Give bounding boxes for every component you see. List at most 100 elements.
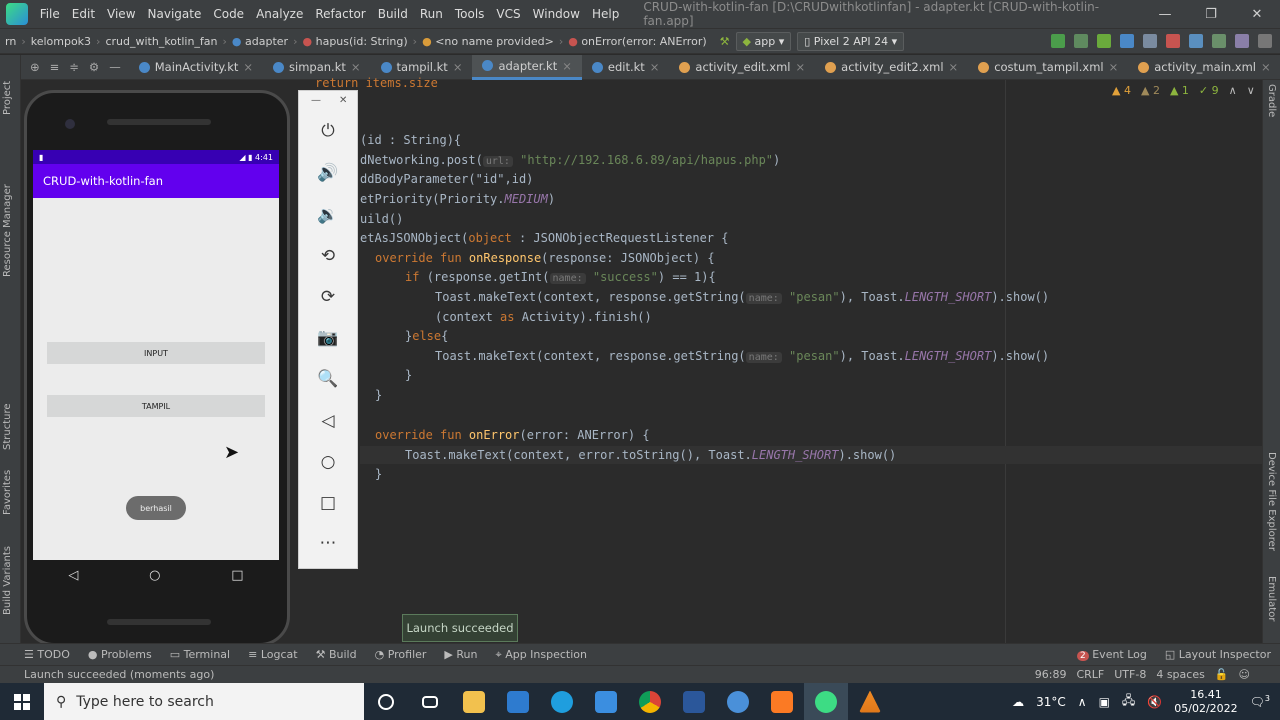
weather-icon[interactable]: ☁	[1012, 695, 1024, 709]
tool-build[interactable]: ⚒ Build	[307, 648, 366, 661]
launch-succeeded-popup[interactable]: Launch succeeded	[402, 614, 518, 642]
network-icon[interactable]: 🖧	[1122, 691, 1135, 712]
home-icon[interactable]: ○	[299, 452, 357, 472]
collapse-icon[interactable]: ≡	[50, 60, 60, 74]
tool-window-build-variants[interactable]: Build Variants	[2, 546, 13, 615]
menu-tools[interactable]: Tools	[449, 7, 491, 21]
tab-costum-tampil[interactable]: costum_tampil.xml ×	[968, 55, 1128, 80]
expand-icon[interactable]: ≑	[69, 60, 79, 74]
close-icon[interactable]: ×	[243, 60, 253, 74]
sdk-manager-icon[interactable]	[1235, 34, 1249, 48]
hide-icon[interactable]: —	[109, 60, 121, 74]
store-icon[interactable]	[584, 683, 628, 720]
caret-position[interactable]: 96:89	[1035, 668, 1067, 681]
ok-count[interactable]: ✓ 9	[1199, 84, 1219, 97]
tool-window-structure[interactable]: Structure	[2, 403, 13, 450]
android-studio-icon[interactable]	[804, 683, 848, 720]
hammer-icon[interactable]: ⚒	[720, 35, 730, 48]
warning-count[interactable]: ▲ 4	[1112, 84, 1131, 97]
cortana-icon[interactable]	[364, 683, 408, 720]
tab-adapter[interactable]: adapter.kt ×	[472, 54, 582, 80]
nav-back-icon[interactable]: ◁	[68, 568, 78, 583]
tool-todo[interactable]: ☰ TODO	[0, 648, 79, 661]
tool-terminal[interactable]: ▭ Terminal	[161, 648, 239, 661]
menu-file[interactable]: File	[34, 7, 66, 21]
tool-profiler[interactable]: ◔ Profiler	[366, 648, 436, 661]
menu-navigate[interactable]: Navigate	[142, 7, 208, 21]
tool-window-project[interactable]: Project	[2, 81, 13, 115]
file-encoding[interactable]: UTF-8	[1114, 668, 1146, 681]
power-icon[interactable]: ⏻	[299, 121, 357, 141]
menu-edit[interactable]: Edit	[66, 7, 101, 21]
more-icon[interactable]: ⋯	[299, 533, 357, 553]
start-button[interactable]	[0, 683, 44, 720]
indent-setting[interactable]: 4 spaces	[1156, 668, 1205, 681]
stop-icon[interactable]	[1166, 34, 1180, 48]
nav-home-icon[interactable]: ○	[149, 568, 160, 583]
menu-build[interactable]: Build	[372, 7, 414, 21]
weak-warning-count[interactable]: ▲ 2	[1141, 84, 1160, 97]
tool-problems[interactable]: ● Problems	[79, 648, 161, 661]
breadcrumb-item[interactable]: ● adapter	[227, 35, 293, 48]
vlc-icon[interactable]	[848, 683, 892, 720]
menu-vcs[interactable]: VCS	[490, 7, 526, 21]
tab-activity-main[interactable]: activity_main.xml ×	[1128, 55, 1280, 80]
volume-icon[interactable]: 🔇	[1147, 695, 1162, 709]
chevron-up-icon[interactable]: ∧	[1078, 695, 1087, 709]
input-button[interactable]: INPUT	[47, 342, 265, 364]
task-view-icon[interactable]	[408, 683, 452, 720]
weather-temp[interactable]: 31°C	[1036, 695, 1066, 709]
close-icon[interactable]: ×	[1109, 60, 1119, 74]
tool-event-log[interactable]: 2 Event Log	[1068, 648, 1156, 661]
camera-icon[interactable]: 📷	[299, 328, 357, 348]
xampp-icon[interactable]	[760, 683, 804, 720]
tool-window-resource-manager[interactable]: Resource Manager	[2, 184, 13, 277]
typo-count[interactable]: ▲ 1	[1170, 84, 1189, 97]
search-icon[interactable]	[1258, 34, 1272, 48]
tab-mainactivity[interactable]: MainActivity.kt ×	[129, 55, 263, 80]
notification-icon[interactable]: 🗨3	[1250, 694, 1270, 709]
menu-refactor[interactable]: Refactor	[309, 7, 371, 21]
tampil-button[interactable]: TAMPIL	[47, 395, 265, 417]
menu-view[interactable]: View	[101, 7, 141, 21]
tab-activity-edit[interactable]: activity_edit.xml ×	[669, 55, 815, 80]
menu-analyze[interactable]: Analyze	[250, 7, 309, 21]
gear-icon[interactable]: ⚙	[89, 60, 99, 74]
clock[interactable]: 16.41 05/02/2022	[1174, 688, 1237, 716]
zoom-icon[interactable]: 🔍	[299, 369, 357, 389]
tab-activity-edit2[interactable]: activity_edit2.xml ×	[815, 55, 968, 80]
avd-manager-icon[interactable]	[1212, 34, 1226, 48]
close-icon[interactable]: ×	[351, 60, 361, 74]
close-icon[interactable]: ×	[453, 60, 463, 74]
attach-debugger-icon[interactable]	[1143, 34, 1157, 48]
tab-edit[interactable]: edit.kt ×	[582, 55, 670, 80]
breadcrumb-item[interactable]: rn	[0, 35, 21, 48]
debug-icon[interactable]	[1097, 34, 1111, 48]
tool-window-favorites[interactable]: Favorites	[2, 470, 13, 515]
rotate-right-icon[interactable]: ⟳	[299, 287, 357, 307]
profile-icon[interactable]	[1120, 34, 1134, 48]
run-config-select[interactable]: ◆ app ▾	[735, 31, 792, 51]
nav-recent-icon[interactable]: □	[231, 568, 243, 583]
run-icon[interactable]	[1051, 34, 1065, 48]
mail-icon[interactable]	[496, 683, 540, 720]
chrome-icon[interactable]	[628, 683, 672, 720]
taskbar-search[interactable]: ⚲ Type here to search	[44, 683, 364, 720]
wordpad-icon[interactable]	[716, 683, 760, 720]
minimize-icon[interactable]: —	[311, 95, 321, 106]
breadcrumb-item[interactable]: kelompok3	[26, 35, 96, 48]
close-icon[interactable]: ×	[949, 60, 959, 74]
volume-up-icon[interactable]: 🔊	[299, 163, 357, 183]
breadcrumb-item[interactable]: ● <no name provided>	[417, 35, 559, 48]
menu-run[interactable]: Run	[414, 7, 449, 21]
line-separator[interactable]: CRLF	[1076, 668, 1104, 681]
close-icon[interactable]: ×	[650, 60, 660, 74]
tool-window-device-file-explorer[interactable]: Device File Explorer	[1266, 452, 1277, 551]
menu-help[interactable]: Help	[586, 7, 625, 21]
back-icon[interactable]: ◁	[299, 411, 357, 431]
apply-changes-icon[interactable]	[1074, 34, 1088, 48]
lock-icon[interactable]: 🔓	[1215, 668, 1229, 681]
close-icon[interactable]: ×	[562, 59, 572, 73]
close-icon[interactable]: ✕	[1234, 7, 1280, 22]
word-icon[interactable]	[672, 683, 716, 720]
